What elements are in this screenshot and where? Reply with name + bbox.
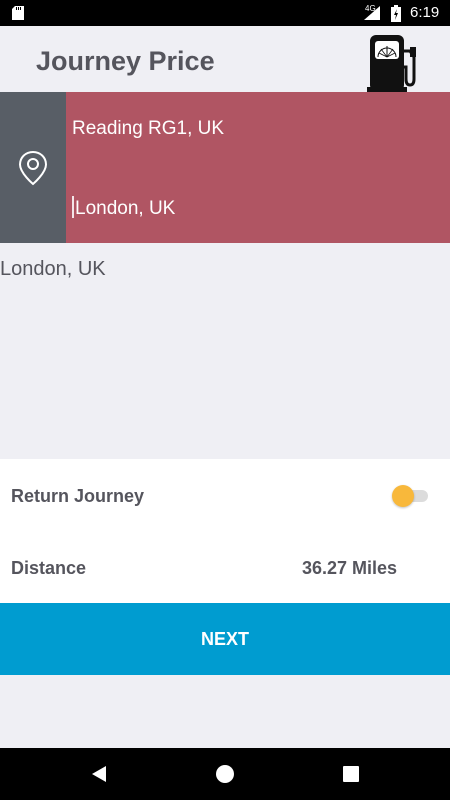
status-bar: 4G 6:19	[0, 0, 450, 26]
location-pin-icon	[18, 150, 48, 186]
suggestion-item[interactable]: London, UK	[0, 258, 106, 281]
return-journey-label: Return Journey	[11, 486, 145, 506]
route-fields: Reading RG1, UK London, UK	[66, 92, 450, 243]
options-card: Return Journey Distance 36.27 Miles	[0, 459, 450, 603]
destination-value: London, UK	[75, 198, 176, 219]
text-cursor	[72, 196, 74, 218]
origin-input[interactable]: Reading RG1, UK	[72, 118, 224, 140]
next-button[interactable]: NEXT	[0, 603, 450, 675]
home-icon[interactable]	[213, 762, 237, 786]
signal-icon	[364, 6, 380, 20]
distance-label: Distance	[11, 558, 87, 578]
sd-card-icon	[12, 6, 24, 20]
recents-icon[interactable]	[339, 762, 363, 786]
return-journey-toggle[interactable]	[392, 484, 428, 508]
app-header: Journey Price	[0, 26, 450, 93]
destination-input[interactable]: London, UK	[72, 196, 175, 220]
origin-value: Reading RG1, UK	[72, 118, 225, 139]
page-title: Journey Price	[36, 46, 215, 76]
fuel-pump-icon	[367, 35, 416, 93]
navigation-bar	[0, 748, 450, 800]
toggle-thumb	[392, 485, 414, 507]
distance-value: 36.27 Miles	[302, 558, 398, 578]
back-icon[interactable]	[88, 762, 112, 786]
location-rail	[0, 92, 66, 243]
battery-charging-icon	[391, 5, 401, 22]
route-panel: Reading RG1, UK London, UK	[0, 92, 450, 243]
clock: 6:19	[410, 4, 440, 21]
